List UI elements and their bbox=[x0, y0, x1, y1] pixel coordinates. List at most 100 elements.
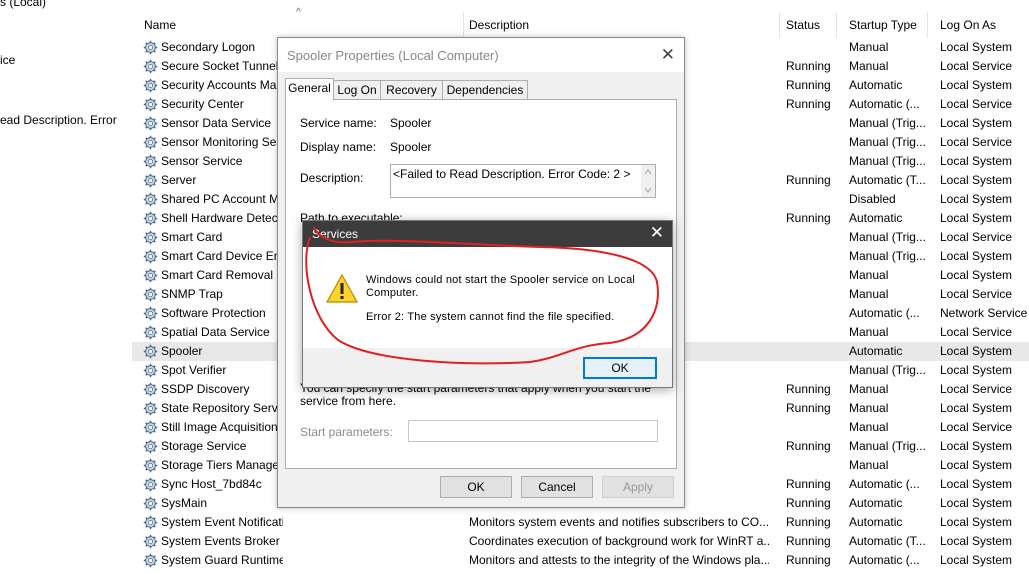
service-name-cell: State Repository Servic bbox=[161, 401, 283, 415]
service-gear-icon bbox=[143, 173, 158, 188]
tab-dependencies[interactable]: Dependencies bbox=[442, 80, 528, 100]
dialog-message-text: Windows could not start the Spooler serv… bbox=[366, 274, 636, 299]
tab-log-on[interactable]: Log On bbox=[333, 80, 381, 100]
close-icon[interactable]: ✕ bbox=[661, 45, 675, 65]
service-log-on-as-cell: Local System bbox=[940, 249, 1013, 263]
column-header-name-label: Name bbox=[144, 18, 177, 32]
column-header-description[interactable]: Description bbox=[457, 12, 780, 38]
service-startup-type-cell: Manual bbox=[849, 401, 889, 415]
service-log-on-as-cell: Local System bbox=[940, 496, 1013, 510]
dialog-close-icon[interactable]: ✕ bbox=[650, 223, 664, 243]
description-label: Description: bbox=[300, 171, 364, 185]
service-gear-icon bbox=[143, 97, 158, 112]
service-log-on-as-cell: Local System bbox=[940, 344, 1013, 358]
service-status-cell: Running bbox=[786, 382, 831, 396]
service-startup-type-cell: Automatic (... bbox=[849, 553, 920, 567]
dialog-ok-button[interactable]: OK bbox=[583, 357, 657, 379]
service-log-on-as-cell: Local System bbox=[940, 116, 1013, 130]
service-log-on-as-cell: Local System bbox=[940, 154, 1013, 168]
service-name-cell: Security Accounts Ma bbox=[161, 78, 277, 92]
cancel-button[interactable]: Cancel bbox=[521, 476, 593, 498]
service-status-cell: Running bbox=[786, 477, 831, 491]
service-gear-icon bbox=[143, 363, 158, 378]
column-header-log-on-as[interactable]: Log On As bbox=[928, 12, 1029, 38]
service-gear-icon bbox=[143, 382, 158, 397]
display-name-value: Spooler bbox=[390, 140, 432, 154]
service-name-cell: Secure Socket Tunneling bbox=[161, 59, 283, 73]
service-startup-type-cell: Manual bbox=[849, 268, 889, 282]
service-name-cell: Spatial Data Service bbox=[161, 325, 270, 339]
service-gear-icon bbox=[143, 401, 158, 416]
service-log-on-as-cell: Local Service bbox=[940, 230, 1013, 244]
service-name-cell: Storage Tiers Manager bbox=[161, 458, 283, 472]
service-log-on-as-cell: Local System bbox=[940, 477, 1013, 491]
service-status-cell: Running bbox=[786, 553, 831, 567]
service-startup-type-cell: Disabled bbox=[849, 192, 896, 206]
left-pane-description: ead Description. Error bbox=[0, 113, 117, 127]
column-header-startup-type[interactable]: Startup Type bbox=[837, 12, 928, 38]
service-log-on-as-cell: Local System bbox=[940, 78, 1013, 92]
service-log-on-as-cell: Local System bbox=[940, 363, 1013, 377]
service-startup-type-cell: Manual bbox=[849, 458, 889, 472]
start-parameters-input[interactable] bbox=[408, 420, 658, 442]
service-gear-icon bbox=[143, 306, 158, 321]
service-log-on-as-cell: Local System bbox=[940, 401, 1013, 415]
left-pane: s (Local) ice ead Description. Error bbox=[0, 0, 133, 564]
service-name-cell: Smart Card Removal P bbox=[161, 268, 283, 282]
service-startup-type-cell: Manual bbox=[849, 287, 889, 301]
service-log-on-as-cell: Local System bbox=[940, 553, 1013, 567]
service-gear-icon bbox=[143, 78, 158, 93]
service-startup-type-cell: Automatic (... bbox=[849, 306, 920, 320]
service-log-on-as-cell: Local System bbox=[940, 458, 1013, 472]
service-gear-icon bbox=[143, 420, 158, 435]
service-row[interactable]: System Event Notification Service Monitor… bbox=[132, 513, 1029, 532]
service-gear-icon bbox=[143, 154, 158, 169]
left-pane-title: s (Local) bbox=[0, 0, 47, 9]
service-gear-icon bbox=[143, 458, 158, 473]
service-description-cell: Monitors and attests to the integrity of… bbox=[469, 553, 769, 567]
service-log-on-as-cell: Local System bbox=[940, 192, 1013, 206]
service-gear-icon bbox=[143, 40, 158, 55]
service-log-on-as-cell: Local Service bbox=[940, 97, 1013, 111]
service-startup-type-cell: Manual (Trig... bbox=[849, 154, 926, 168]
service-name-cell: Software Protection bbox=[161, 306, 266, 320]
services-error-dialog: Services ✕ Windows could not start the S… bbox=[302, 220, 673, 388]
description-field[interactable]: <Failed to Read Description. Error Code:… bbox=[390, 164, 656, 198]
service-log-on-as-cell: Local System bbox=[940, 515, 1013, 529]
service-status-cell: Running bbox=[786, 78, 831, 92]
apply-button[interactable]: Apply bbox=[602, 476, 674, 498]
service-log-on-as-cell: Local System bbox=[940, 439, 1013, 453]
service-log-on-as-cell: Local System bbox=[940, 534, 1013, 548]
service-startup-type-cell: Manual (Trig... bbox=[849, 135, 926, 149]
service-log-on-as-cell: Local System bbox=[940, 211, 1013, 225]
service-gear-icon bbox=[143, 534, 158, 549]
service-status-cell: Running bbox=[786, 401, 831, 415]
service-name-label: Service name: bbox=[300, 116, 377, 130]
service-status-cell: Running bbox=[786, 173, 831, 187]
dialog-message: Windows could not start the Spooler serv… bbox=[366, 274, 656, 324]
service-name-cell: SSDP Discovery bbox=[161, 382, 250, 396]
description-scrollbar[interactable] bbox=[641, 165, 655, 197]
service-name-cell: Sensor Service bbox=[161, 154, 243, 168]
service-name-cell: Spooler bbox=[161, 344, 203, 358]
service-log-on-as-cell: Local Service bbox=[940, 420, 1013, 434]
service-gear-icon bbox=[143, 287, 158, 302]
service-startup-type-cell: Manual bbox=[849, 40, 889, 54]
column-header-status[interactable]: Status bbox=[774, 12, 837, 38]
service-row[interactable]: System Events Broker Coordinates executio… bbox=[132, 532, 1029, 551]
service-status-cell: Running bbox=[786, 59, 831, 73]
service-gear-icon bbox=[143, 268, 158, 283]
service-name-cell: Spot Verifier bbox=[161, 363, 227, 377]
left-pane-text: ice bbox=[0, 53, 16, 67]
service-gear-icon bbox=[143, 496, 158, 511]
ok-button[interactable]: OK bbox=[440, 476, 512, 498]
service-status-cell: Running bbox=[786, 439, 831, 453]
service-gear-icon bbox=[143, 515, 158, 530]
service-gear-icon bbox=[143, 325, 158, 340]
service-status-cell: Running bbox=[786, 97, 831, 111]
tab-general[interactable]: General bbox=[285, 78, 334, 100]
service-gear-icon bbox=[143, 59, 158, 74]
tab-recovery[interactable]: Recovery bbox=[380, 80, 443, 100]
service-log-on-as-cell: Local Service bbox=[940, 325, 1013, 339]
service-row[interactable]: System Guard Runtime Monitor Broker Monit… bbox=[132, 551, 1029, 570]
